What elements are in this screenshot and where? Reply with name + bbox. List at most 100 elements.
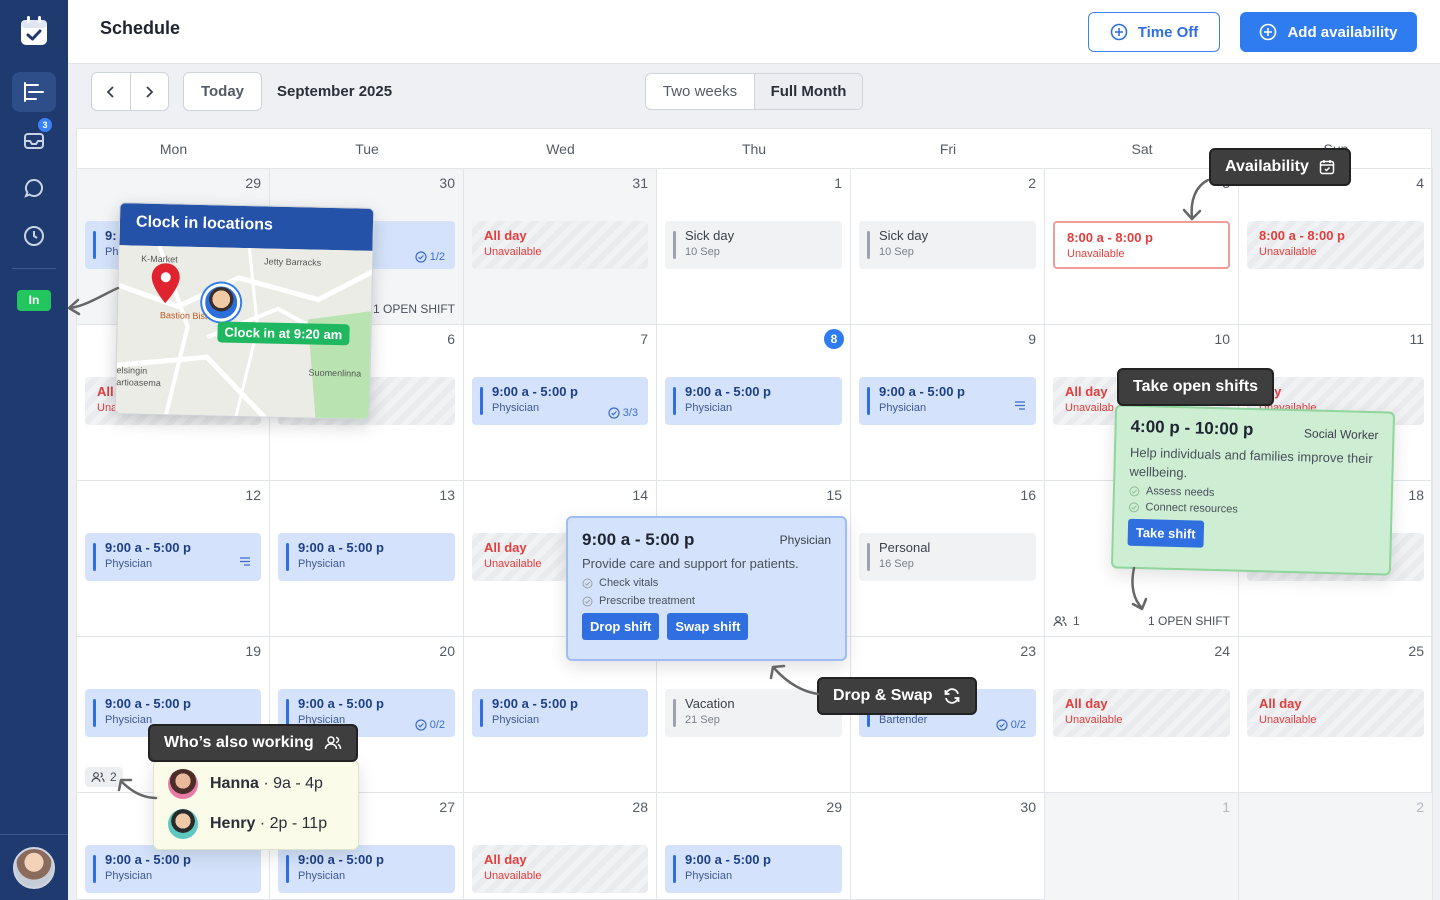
event-title: Sick day [879,228,929,243]
event-title: All day [1065,696,1108,711]
day-cell[interactable]: 1 [1045,793,1239,900]
chat-nav-icon[interactable] [12,168,56,208]
coworker-row[interactable]: Henry · 2p - 11p [168,809,327,839]
day-number: 30 [1020,799,1036,815]
shift-detail-popup: 9:00 a - 5:00 p Physician Provide care a… [566,516,847,661]
day-number: 1 [1222,799,1230,815]
map-label-suomenlinna: Suomenlinna [308,367,362,379]
open-shift-indicator[interactable]: 1 OPEN SHIFT [1148,614,1230,628]
day-cell[interactable]: 30 [851,793,1045,900]
time-off-event[interactable]: Sick day 10 Sep [859,221,1036,269]
day-number: 7 [640,331,648,347]
view-full-month[interactable]: Full Month [755,74,862,109]
check-circle-icon [608,407,620,419]
take-shift-button[interactable]: Take shift [1127,518,1204,548]
add-availability-button[interactable]: Add availability [1240,12,1417,52]
staffing-count: 1/2 [429,251,445,263]
day-cell[interactable]: 12 9:00 a - 5:00 p Physician [77,481,270,637]
notes-icon [1014,397,1026,415]
unavailable-event[interactable]: 8:00 a - 8:00 p Unavailable [1247,221,1424,269]
calendar-icon [1319,160,1335,175]
day-number: 4 [1416,175,1424,191]
check-circle-icon [582,578,593,588]
day-number: 15 [826,487,842,503]
day-cell[interactable]: 1 Sick day 10 Sep [657,169,851,325]
unavailable-event[interactable]: All day Unavailable [1247,689,1424,737]
day-cell[interactable]: 2 Sick day 10 Sep [851,169,1045,325]
day-cell[interactable]: 24 All day Unavailable [1045,637,1239,793]
view-two-weeks[interactable]: Two weeks [646,74,755,109]
calendar-logo-icon[interactable] [14,12,54,50]
event-subtitle: 10 Sep [685,246,720,258]
event-subtitle: 10 Sep [879,246,914,258]
shift-event[interactable]: 9:00 a - 5:00 p Physician [665,845,842,893]
day-number: 19 [245,643,261,659]
user-avatar[interactable] [13,847,55,889]
shift-event[interactable]: 9:00 a - 5:00 p Physician [859,377,1036,425]
open-shift-indicator[interactable]: 1 OPEN SHIFT [373,302,455,316]
coworkers-indicator[interactable]: 1 [1053,614,1080,628]
shift-event[interactable]: 9:00 a - 5:00 p Physician [472,689,648,737]
day-cell[interactable]: 239:00 a - 5:00 pBartender0/2 [851,637,1045,793]
day-number: 16 [1020,487,1036,503]
shift-event[interactable]: 9:00 a - 5:00 p Physician [85,533,261,581]
day-cell[interactable]: 9 9:00 a - 5:00 p Physician [851,325,1045,481]
task-label: Assess needs [1145,485,1215,499]
day-cell[interactable]: 16 Personal 16 Sep [851,481,1045,637]
day-cell[interactable]: 2 [1239,793,1433,900]
event-subtitle: Physician [492,714,540,726]
time-off-event[interactable]: Personal 16 Sep [859,533,1036,581]
day-cell[interactable]: 8 9:00 a - 5:00 p Physician [657,325,851,481]
current-month: September 2025 [277,83,393,100]
time-off-event[interactable]: Sick day 10 Sep [665,221,842,269]
coworker-row[interactable]: Hanna · 9a - 4p [168,769,323,799]
check-circle-icon [415,719,427,731]
weekday-header: Mon [77,129,270,169]
shift-event[interactable]: 9:00 a - 5:00 p Physician [85,845,261,893]
day-cell[interactable]: 29 9:00 a - 5:00 p Physician [657,793,851,900]
who-working-arrow [117,778,158,800]
drop-shift-button[interactable]: Drop shift [582,613,660,640]
next-period-button[interactable] [131,73,169,110]
users-icon [324,736,341,750]
clock-in-locations-card: Clock in locations K-Market Jetty Barrac… [114,202,375,420]
task-item: Check vitals [582,577,831,589]
day-cell[interactable]: 25 All day Unavailable [1239,637,1433,793]
today-marker: 8 [824,329,844,349]
prev-period-button[interactable] [92,73,131,110]
shift-event[interactable]: 9:00 a - 5:00 p Physician [278,845,455,893]
shift-event[interactable]: 9:00 a - 5:00 p Physician [665,377,842,425]
day-cell[interactable]: 7 9:00 a - 5:00 p Physician 3/3 [464,325,657,481]
coworker-avatar [168,769,198,799]
day-number: 12 [245,487,261,503]
shift-event[interactable]: 9:00 a - 5:00 p Physician 3/3 [472,377,648,425]
map[interactable]: K-Market Jetty Barracks Bastion Bist els… [115,245,375,420]
day-cell[interactable]: 13 9:00 a - 5:00 p Physician [270,481,464,637]
event-title: 9:00 a - 5:00 p [298,540,384,555]
staffing-tag: 1/2 [415,251,445,263]
event-subtitle: Physician [685,870,733,882]
unavailable-event[interactable]: All day Unavailable [472,221,648,269]
event-subtitle: 21 Sep [685,714,720,726]
today-button[interactable]: Today [183,72,262,111]
day-number: 29 [245,175,261,191]
availability-arrow [1182,178,1210,221]
time-off-button[interactable]: Time Off [1088,12,1220,52]
clock-in-status-badge[interactable]: In [17,290,51,311]
event-subtitle: Physician [298,870,346,882]
shift-event[interactable]: 9:00 a - 5:00 p Physician [278,533,455,581]
swap-shift-button[interactable]: Swap shift [667,613,749,640]
day-number: 24 [1214,643,1230,659]
period-nav [91,72,169,111]
availability-event[interactable]: 8:00 a - 8:00 p Unavailable [1053,221,1230,269]
day-cell[interactable]: 28 All day Unavailable [464,793,657,900]
staffing-count: 0/2 [429,719,445,731]
day-cell[interactable]: 4 8:00 a - 8:00 p Unavailable [1239,169,1433,325]
day-number: 2 [1416,799,1424,815]
unavailable-event[interactable]: All day Unavailable [1053,689,1230,737]
inbox-nav-icon[interactable]: 3 [12,118,56,160]
clock-nav-icon[interactable] [12,216,56,256]
unavailable-event[interactable]: All day Unavailable [472,845,648,893]
day-cell[interactable]: 31 All day Unavailable [464,169,657,325]
schedule-nav-icon[interactable] [12,72,56,112]
